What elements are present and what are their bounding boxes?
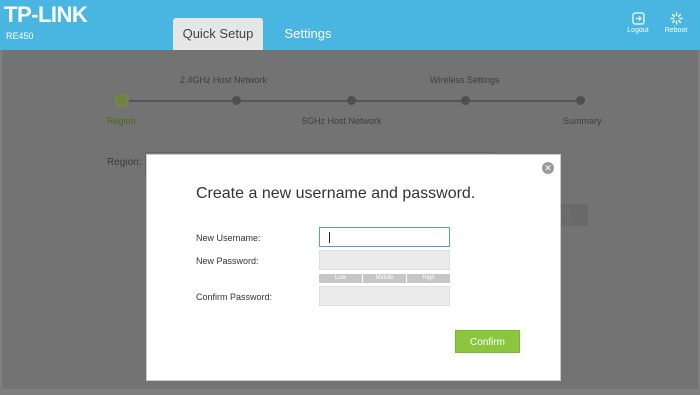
step-dot-region	[115, 94, 128, 107]
step-dot-wireless	[461, 96, 470, 105]
tab-quick-setup[interactable]: Quick Setup	[173, 18, 263, 50]
confirm-password-field[interactable]	[319, 286, 450, 306]
strength-low: Low	[319, 274, 362, 283]
new-username-field[interactable]	[319, 227, 450, 247]
step-label-region: Region	[107, 116, 136, 126]
reboot-icon	[669, 12, 683, 25]
logout-button[interactable]: Logout	[623, 12, 653, 34]
step-label-24ghz: 2.4GHz Host Network	[180, 75, 268, 85]
new-username-label: New Username:	[196, 233, 261, 243]
new-password-label: New Password:	[196, 256, 259, 266]
text-cursor	[329, 232, 330, 243]
step-label-wireless-settings: Wireless Settings	[430, 75, 500, 85]
step-dot-24ghz	[232, 96, 241, 105]
region-label: Region:	[107, 157, 142, 168]
logout-icon	[631, 12, 645, 25]
tab-settings[interactable]: Settings	[273, 18, 343, 50]
reboot-button[interactable]: Reboot	[661, 12, 691, 34]
step-dot-summary	[576, 96, 585, 105]
step-label-summary: Summary	[563, 116, 602, 126]
step-label-5ghz: 5GHz Host Network	[302, 116, 382, 126]
confirm-button[interactable]: Confirm	[455, 330, 520, 353]
top-header: TP-LINK RE450 Quick Setup Settings Logou…	[0, 0, 700, 50]
close-icon[interactable]: ✕	[542, 162, 554, 174]
model-name: RE450	[6, 31, 34, 41]
reboot-label: Reboot	[664, 27, 688, 34]
strength-high: High	[407, 274, 450, 283]
tp-link-logo: TP-LINK	[4, 2, 88, 27]
confirm-password-label: Confirm Password:	[196, 292, 273, 302]
new-password-field[interactable]	[319, 250, 450, 270]
strength-middle: Middle	[363, 274, 406, 283]
step-dot-5ghz	[347, 96, 356, 105]
modal-title: Create a new username and password.	[196, 185, 476, 202]
logout-label: Logout	[627, 27, 649, 34]
password-strength-meter: Low Middle High	[319, 274, 450, 283]
create-credentials-modal: ✕ Create a new username and password. Ne…	[146, 154, 561, 381]
